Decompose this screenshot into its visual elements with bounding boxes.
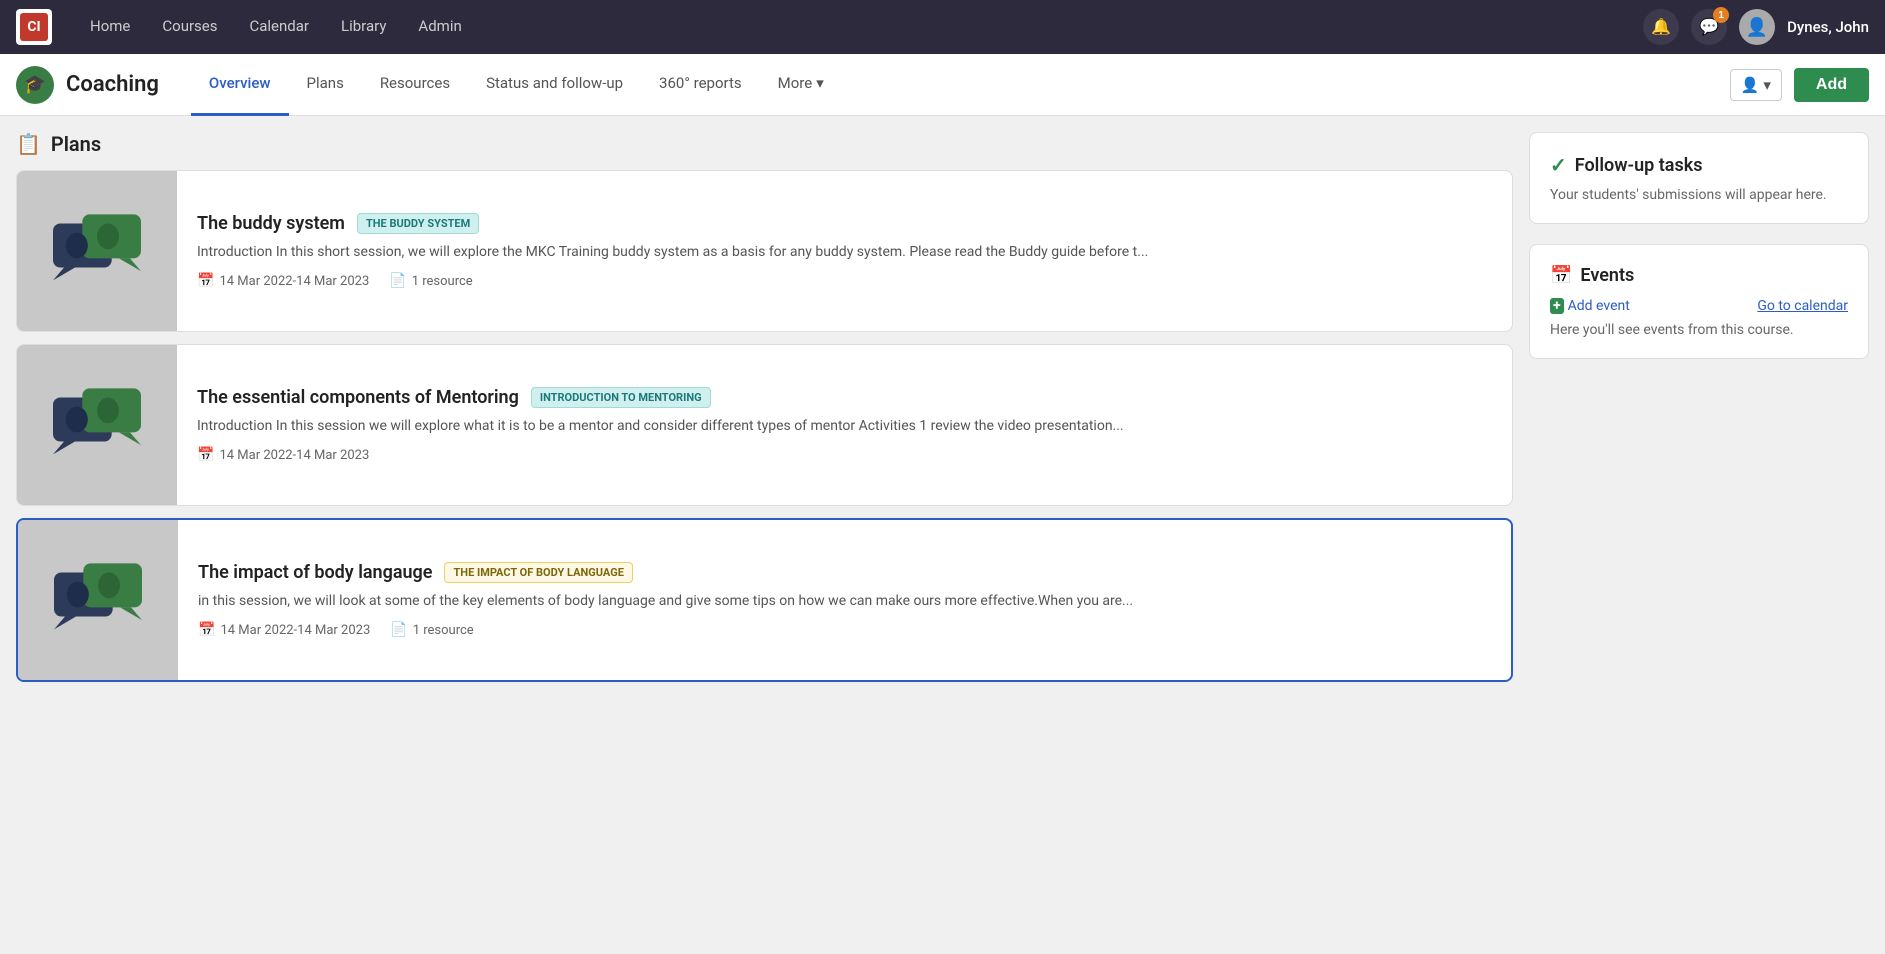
events-body: Here you'll see events from this course. xyxy=(1550,322,1848,338)
plan-card-1[interactable]: The buddy system THE BUDDY SYSTEM Introd… xyxy=(16,170,1513,332)
nav-right-controls: 🔔 💬 1 👤 Dynes, John xyxy=(1643,9,1869,45)
go-to-calendar-link[interactable]: Go to calendar xyxy=(1757,298,1848,314)
top-nav-links: Home Courses Calendar Library Admin xyxy=(76,0,1643,58)
app-logo[interactable]: CI xyxy=(16,9,52,45)
plus-icon: + xyxy=(1550,298,1564,314)
plan-card-3[interactable]: The impact of body langauge THE IMPACT O… xyxy=(16,518,1513,682)
plan-date-2: 📅 14 Mar 2022-14 Mar 2023 xyxy=(197,447,369,463)
person-icon: 👤 xyxy=(1741,76,1760,94)
tab-more[interactable]: More ▾ xyxy=(760,54,842,116)
plan-title-1: The buddy system xyxy=(197,213,345,234)
plan-desc-3: in this session, we will look at some of… xyxy=(198,591,1491,612)
events-row: + Add event Go to calendar xyxy=(1550,298,1848,322)
follow-up-heading: ✓ Follow-up tasks xyxy=(1550,153,1848,177)
plan-desc-2: Introduction In this session we will exp… xyxy=(197,416,1492,437)
sub-nav-tabs: Overview Plans Resources Status and foll… xyxy=(191,54,1730,116)
person-chevron-icon: ▾ xyxy=(1763,76,1771,94)
plan-date-3: 📅 14 Mar 2022-14 Mar 2023 xyxy=(198,622,370,638)
plan-resource-3: 📄 1 resource xyxy=(390,622,473,638)
calendar-icon-3: 📅 xyxy=(198,622,215,638)
main-layout: 📋 Plans The buddy system THE BUD xyxy=(0,116,1885,954)
plan-tag-3: THE IMPACT OF BODY LANGUAGE xyxy=(444,562,632,583)
plan-tag-1: THE BUDDY SYSTEM xyxy=(357,213,479,234)
plan-title-3: The impact of body langauge xyxy=(198,562,432,583)
plan-resource-1: 📄 1 resource xyxy=(389,273,472,289)
tab-overview[interactable]: Overview xyxy=(191,54,289,116)
add-button[interactable]: Add xyxy=(1794,68,1869,102)
graduation-icon: 🎓 xyxy=(24,74,46,95)
plan-meta-1: 📅 14 Mar 2022-14 Mar 2023 📄 1 resource xyxy=(197,273,1492,289)
checkmark-icon: ✓ xyxy=(1550,153,1567,177)
buddy-system-icon xyxy=(42,196,152,306)
tab-360-reports[interactable]: 360° reports xyxy=(641,54,760,116)
plans-doc-icon: 📋 xyxy=(16,132,41,156)
tab-status-follow-up[interactable]: Status and follow-up xyxy=(468,54,641,116)
mentoring-icon xyxy=(42,370,152,480)
user-name: Dynes, John xyxy=(1787,18,1869,36)
brand: 🎓 Coaching xyxy=(16,66,159,104)
add-event-link[interactable]: + Add event xyxy=(1550,298,1630,314)
plan-date-1: 📅 14 Mar 2022-14 Mar 2023 xyxy=(197,273,369,289)
plan-body-2: The essential components of Mentoring IN… xyxy=(177,345,1512,505)
message-badge: 1 xyxy=(1713,7,1729,23)
body-language-icon xyxy=(43,545,153,655)
notification-bell-button[interactable]: 🔔 xyxy=(1643,9,1679,45)
brand-title: Coaching xyxy=(66,72,159,97)
plan-meta-3: 📅 14 Mar 2022-14 Mar 2023 📄 1 resource xyxy=(198,622,1491,638)
plans-column: 📋 Plans The buddy system THE BUD xyxy=(16,132,1513,938)
right-column: ✓ Follow-up tasks Your students' submiss… xyxy=(1529,132,1869,938)
person-dropdown-button[interactable]: 👤 ▾ xyxy=(1730,69,1782,101)
plan-body-3: The impact of body langauge THE IMPACT O… xyxy=(178,520,1511,680)
events-calendar-icon: 📅 xyxy=(1550,265,1572,286)
avatar[interactable]: 👤 xyxy=(1739,9,1775,45)
chevron-down-icon: ▾ xyxy=(816,74,824,92)
plan-thumb-2 xyxy=(17,345,177,505)
plan-card-2[interactable]: The essential components of Mentoring IN… xyxy=(16,344,1513,506)
sub-nav: 🎓 Coaching Overview Plans Resources Stat… xyxy=(0,54,1885,116)
plan-desc-1: Introduction In this short session, we w… xyxy=(197,242,1492,263)
plan-tag-2: INTRODUCTION TO MENTORING xyxy=(531,387,711,408)
tab-resources[interactable]: Resources xyxy=(362,54,468,116)
tab-plans[interactable]: Plans xyxy=(289,54,362,116)
events-heading: 📅 Events xyxy=(1550,265,1848,286)
nav-calendar[interactable]: Calendar xyxy=(235,0,323,58)
nav-admin[interactable]: Admin xyxy=(404,0,475,58)
resource-icon-1: 📄 xyxy=(389,273,406,289)
plan-thumb-3 xyxy=(18,520,178,680)
nav-courses[interactable]: Courses xyxy=(148,0,231,58)
resource-icon-3: 📄 xyxy=(390,622,407,638)
follow-up-body: Your students' submissions will appear h… xyxy=(1550,187,1848,203)
nav-library[interactable]: Library xyxy=(327,0,400,58)
message-button[interactable]: 💬 1 xyxy=(1691,9,1727,45)
calendar-icon-2: 📅 xyxy=(197,447,214,463)
top-nav: CI Home Courses Calendar Library Admin 🔔… xyxy=(0,0,1885,54)
bell-icon: 🔔 xyxy=(1651,17,1671,37)
plans-header: 📋 Plans xyxy=(16,132,1513,156)
logo-icon: CI xyxy=(20,13,48,41)
events-section: 📅 Events + Add event Go to calendar Here… xyxy=(1529,244,1869,359)
brand-icon: 🎓 xyxy=(16,66,54,104)
follow-up-section: ✓ Follow-up tasks Your students' submiss… xyxy=(1529,132,1869,224)
plan-body-1: The buddy system THE BUDDY SYSTEM Introd… xyxy=(177,171,1512,331)
plan-thumb-1 xyxy=(17,171,177,331)
plan-title-2: The essential components of Mentoring xyxy=(197,387,519,408)
calendar-icon-1: 📅 xyxy=(197,273,214,289)
nav-home[interactable]: Home xyxy=(76,0,144,58)
plan-meta-2: 📅 14 Mar 2022-14 Mar 2023 xyxy=(197,447,1492,463)
sub-nav-right: 👤 ▾ Add xyxy=(1730,68,1869,102)
plans-heading: Plans xyxy=(51,132,101,156)
